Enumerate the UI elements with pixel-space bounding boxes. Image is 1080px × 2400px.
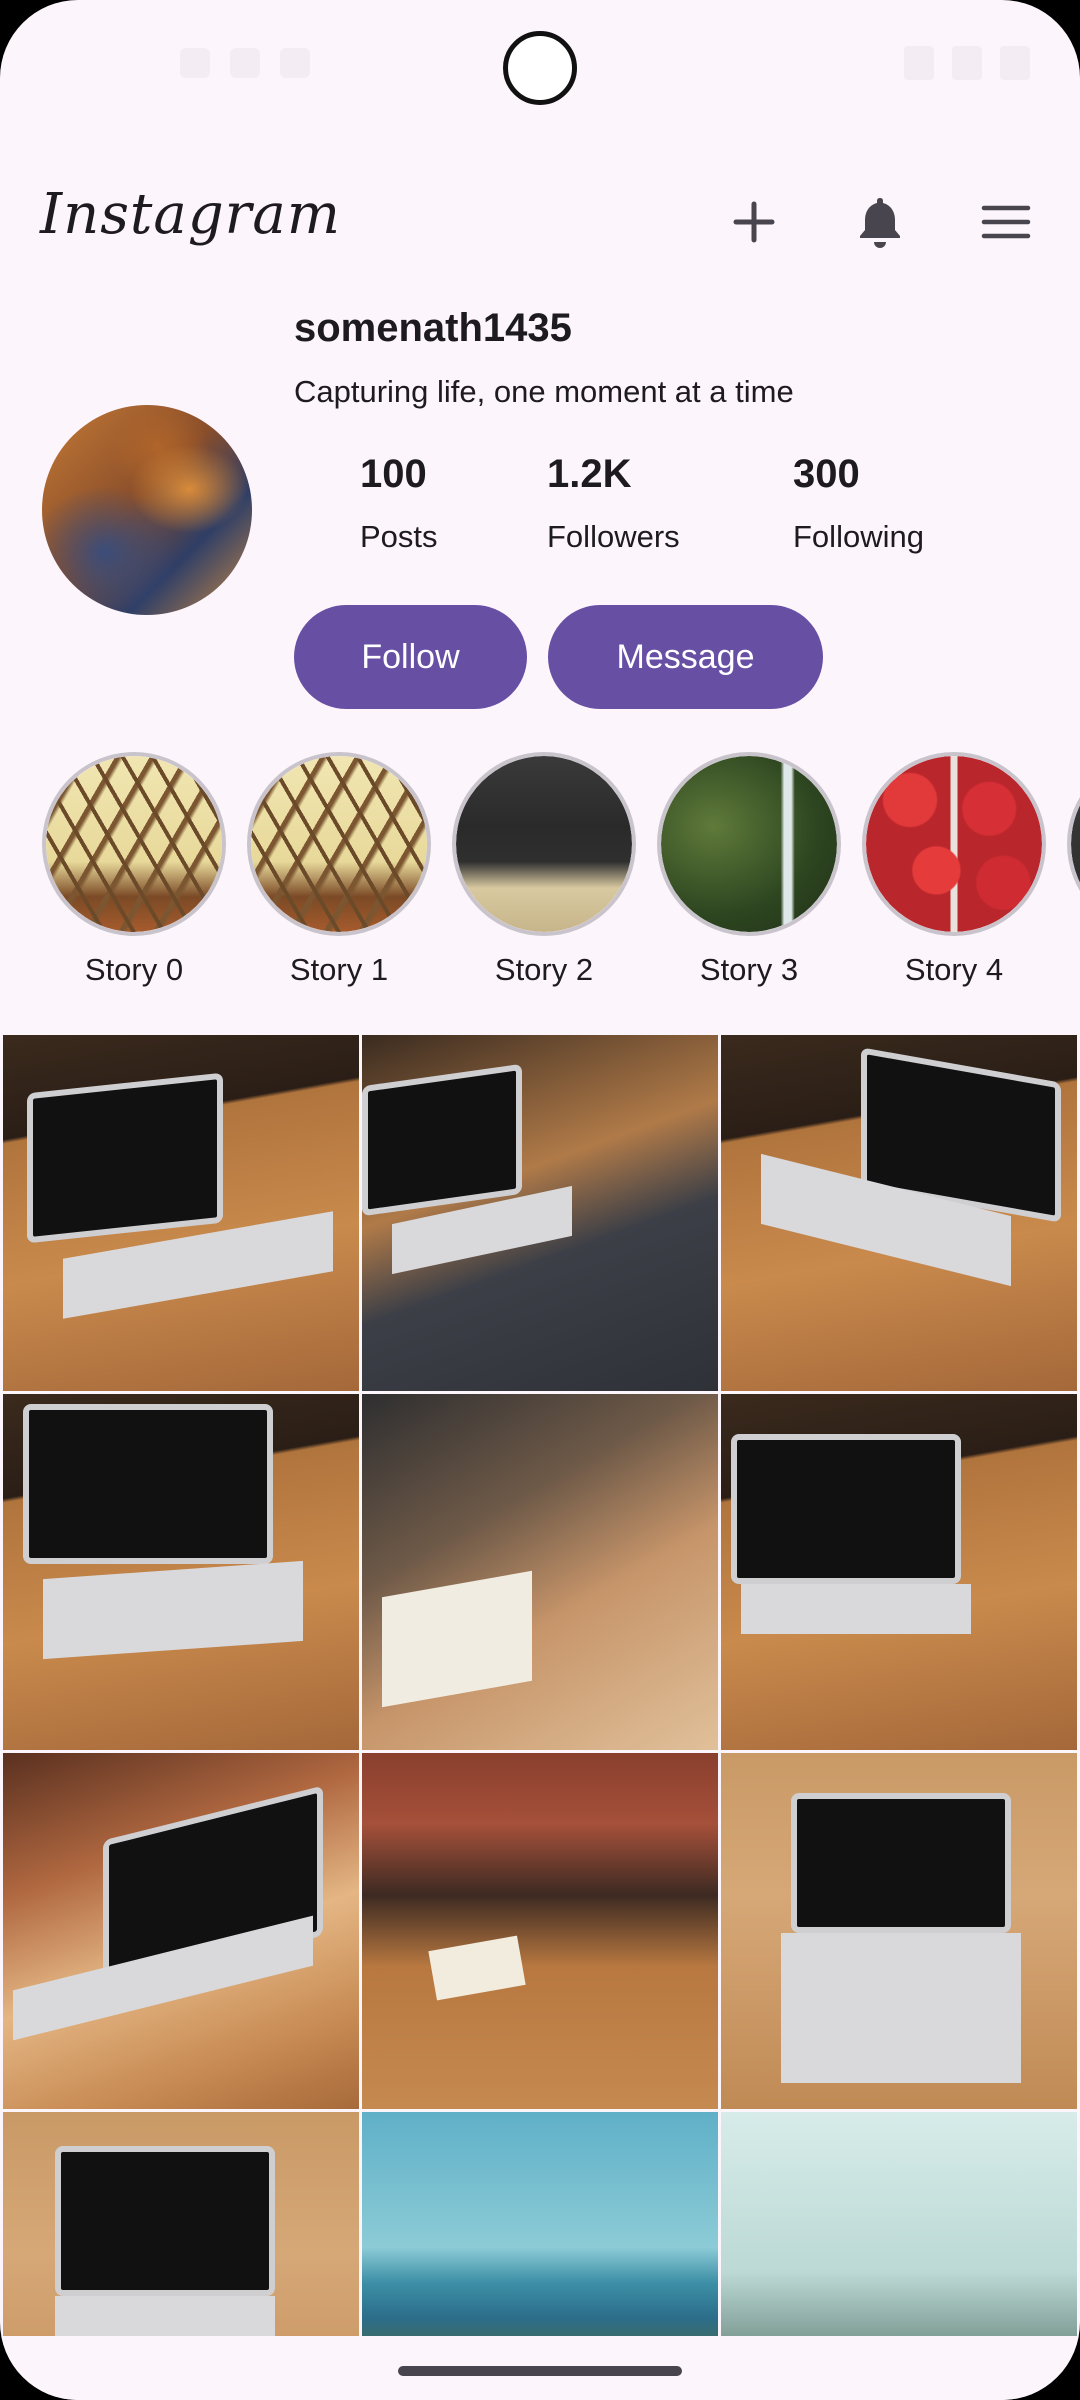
stat-posts[interactable]: 100 Posts: [360, 452, 438, 555]
grid-photo[interactable]: [721, 2112, 1077, 2336]
menu-icon[interactable]: [974, 190, 1038, 254]
message-button[interactable]: Message: [548, 605, 823, 709]
story-item[interactable]: Story 4: [862, 752, 1046, 988]
stat-posts-label: Posts: [360, 519, 438, 554]
profile-username: somenath1435: [294, 306, 572, 350]
story-label: Story 3: [699, 952, 799, 987]
grid-photo[interactable]: [362, 1035, 718, 1391]
status-notification-icons: [180, 48, 310, 78]
notification-icon: [280, 48, 310, 78]
story-thumbnail: [862, 752, 1046, 936]
stat-followers[interactable]: 1.2K Followers: [547, 452, 680, 555]
story-thumbnail: [42, 752, 226, 936]
stat-followers-label: Followers: [547, 519, 680, 554]
phone-screen: 11:04 Instagram somenath1435 Capturing l…: [0, 0, 1080, 2400]
profile-avatar[interactable]: [42, 405, 252, 615]
camera-cutout: [503, 31, 577, 105]
story-thumbnail: [247, 752, 431, 936]
grid-photo[interactable]: [721, 1394, 1077, 1750]
stat-following-value: 300: [793, 452, 860, 496]
stat-posts-value: 100: [360, 452, 427, 496]
add-icon[interactable]: [722, 190, 786, 254]
grid-photo[interactable]: [3, 1035, 359, 1391]
story-item[interactable]: Story 3: [657, 752, 841, 988]
grid-photo[interactable]: [362, 1753, 718, 2109]
story-label: Story 1: [289, 952, 389, 987]
battery-icon: [1000, 46, 1030, 80]
stat-followers-value: 1.2K: [547, 452, 632, 496]
follow-button[interactable]: Follow: [294, 605, 527, 709]
stories-row[interactable]: Story 0 Story 1 Story 2 Story 3 Story 4: [0, 752, 1080, 992]
grid-photo[interactable]: [362, 2112, 718, 2336]
story-item[interactable]: Story 2: [452, 752, 636, 988]
shield-icon: [180, 48, 210, 78]
story-label: Story 4: [904, 952, 1004, 987]
grid-photo[interactable]: [721, 1753, 1077, 2109]
photo-grid: [0, 1032, 1080, 2336]
signal-icon: [952, 46, 982, 80]
home-indicator[interactable]: [398, 2366, 682, 2376]
grid-photo[interactable]: [3, 1753, 359, 2109]
story-thumbnail: [657, 752, 841, 936]
status-system-icons: [904, 46, 1030, 80]
bell-icon[interactable]: [848, 190, 912, 254]
stat-following-label: Following: [793, 519, 924, 554]
grid-photo[interactable]: [362, 1394, 718, 1750]
story-item[interactable]: Story 1: [247, 752, 431, 988]
wifi-icon: [904, 46, 934, 80]
status-time: 11:04: [72, 44, 155, 82]
story-item[interactable]: Story 0: [42, 752, 226, 988]
story-label: Story 2: [494, 952, 594, 987]
instagram-logo: Instagram: [40, 182, 341, 247]
sd-card-icon: [230, 48, 260, 78]
stat-following[interactable]: 300 Following: [793, 452, 924, 555]
grid-photo[interactable]: [3, 1394, 359, 1750]
grid-photo[interactable]: [721, 1035, 1077, 1391]
story-label: Story 0: [84, 952, 184, 987]
story-thumbnail: [1067, 752, 1080, 936]
app-bar: Instagram: [0, 170, 1080, 270]
grid-photo[interactable]: [3, 2112, 359, 2336]
profile-bio: Capturing life, one moment at a time: [294, 374, 794, 409]
story-item[interactable]: [1067, 752, 1080, 936]
story-thumbnail: [452, 752, 636, 936]
